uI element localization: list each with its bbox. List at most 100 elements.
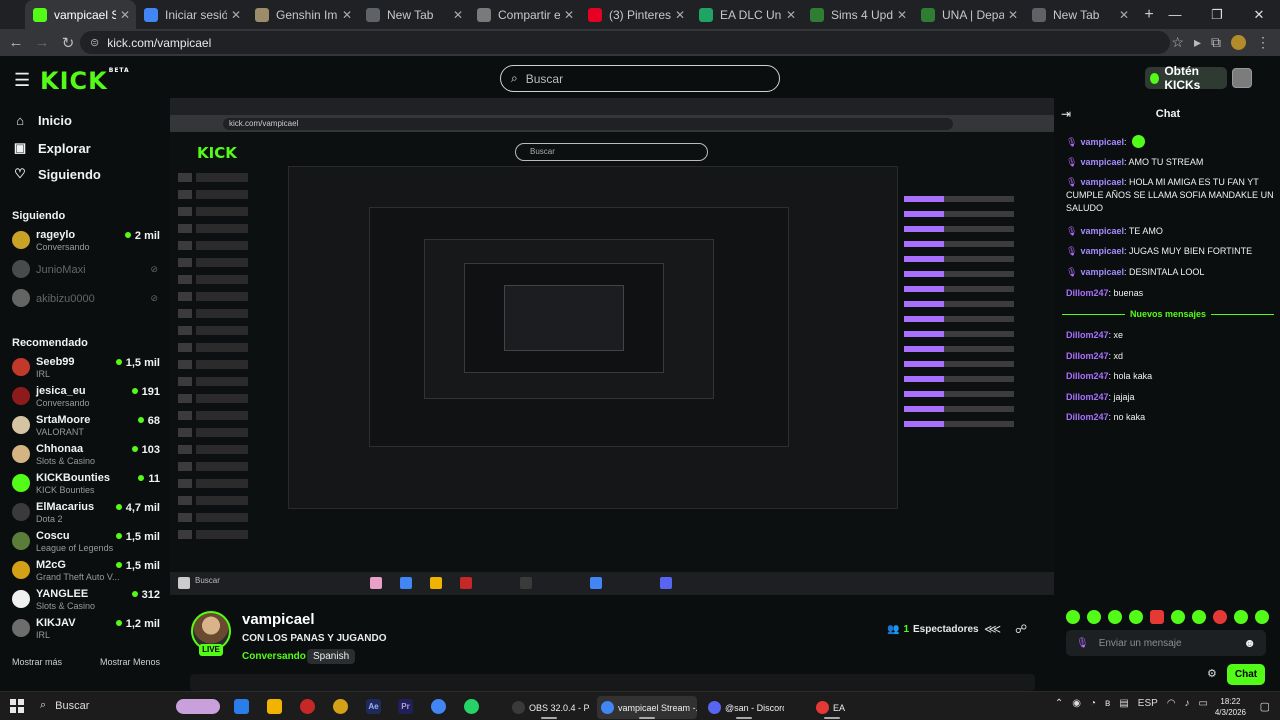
notification-icon[interactable]: ▢: [1260, 700, 1270, 713]
browser-tab[interactable]: vampicael Stream ✕: [25, 0, 136, 29]
browser-tab[interactable]: Compartir en Wh ✕: [469, 0, 580, 29]
emote-icon[interactable]: [1129, 610, 1143, 624]
stream-category[interactable]: Conversando: [242, 651, 306, 662]
tray-app-icon[interactable]: ▤: [1119, 698, 1128, 709]
close-tab-icon[interactable]: ✕: [675, 8, 685, 22]
nav-inicio[interactable]: ⌂ Inicio: [12, 113, 72, 128]
tray-app-icon[interactable]: ◉: [1072, 698, 1081, 709]
taskbar-app[interactable]: OBS 32.0.4 - Perfil: ...: [508, 696, 590, 719]
sidebar-channel[interactable]: Seeb99 IRL 1,5 mil: [12, 354, 160, 380]
sidebar-channel[interactable]: KICKBounties KICK Bounties 11: [12, 470, 160, 496]
emote-icon[interactable]: [1213, 610, 1227, 624]
browser-tab[interactable]: Iniciar sesión en ✕: [136, 0, 247, 29]
kick-logo[interactable]: KICKBETA: [40, 67, 130, 95]
site-info-icon[interactable]: ⊜: [90, 36, 99, 49]
taskbar-app[interactable]: EA: [812, 696, 852, 719]
video-player[interactable]: kick.com/vampicael KICK Buscar Buscar: [170, 98, 1054, 595]
chrome-icon[interactable]: [431, 699, 446, 714]
browser-tab[interactable]: New Tab ✕: [1024, 0, 1135, 29]
whatsapp-icon[interactable]: [464, 699, 479, 714]
bookmark-star-icon[interactable]: ☆: [1171, 34, 1184, 51]
emote-icon[interactable]: [1255, 610, 1269, 624]
chat-username[interactable]: vampicael: [1080, 267, 1124, 277]
chat-username[interactable]: Dillom247: [1066, 330, 1109, 340]
language-tag[interactable]: Spanish: [307, 649, 356, 664]
chat-username[interactable]: Dillom247: [1066, 392, 1109, 402]
nav-siguiendo[interactable]: ♡ Siguiendo: [12, 166, 101, 182]
follow-icon[interactable]: ☍: [1015, 622, 1027, 636]
forward-icon[interactable]: →: [29, 29, 55, 56]
language-indicator[interactable]: ESP: [1138, 698, 1158, 709]
chat-username[interactable]: vampicael: [1080, 177, 1124, 187]
copilot-icon[interactable]: [234, 699, 249, 714]
emote-icon[interactable]: [1087, 610, 1101, 624]
sidebar-channel[interactable]: YANGLEE Slots & Casino 312: [12, 586, 160, 612]
url-field[interactable]: ⊜ kick.com/vampicael: [80, 31, 1170, 54]
tray-app-icon[interactable]: ◔: [1090, 698, 1096, 709]
chat-username[interactable]: vampicael: [1080, 137, 1124, 147]
app-icon[interactable]: [300, 699, 315, 714]
profile-icon[interactable]: [1231, 35, 1246, 50]
browser-tab[interactable]: EA DLC Unlocker ✕: [691, 0, 802, 29]
back-icon[interactable]: ←: [3, 29, 29, 56]
emote-icon[interactable]: [1108, 610, 1122, 624]
chat-username[interactable]: vampicael: [1080, 157, 1124, 167]
taskbar-app[interactable]: vampicael Stream -...: [597, 696, 697, 719]
browser-tab[interactable]: New Tab ✕: [358, 0, 469, 29]
chat-username[interactable]: Dillom247: [1066, 351, 1109, 361]
emote-icon[interactable]: [1234, 610, 1248, 624]
show-less-link[interactable]: Mostrar Menos: [100, 657, 160, 667]
chat-send-button[interactable]: Chat: [1227, 664, 1265, 685]
chat-username[interactable]: Dillom247: [1066, 371, 1109, 381]
maximize-icon[interactable]: ❐: [1196, 0, 1238, 29]
search-input[interactable]: ⌕ Buscar: [500, 65, 780, 92]
chat-username[interactable]: vampicael: [1080, 226, 1124, 236]
browser-tab[interactable]: (3) Pinterest ✕: [580, 0, 691, 29]
taskbar-search[interactable]: ⌕ Buscar: [40, 699, 89, 712]
new-messages-divider[interactable]: Nuevos mensajes: [1062, 308, 1275, 320]
sidebar-channel[interactable]: ElMacarius Dota 2 4,7 mil: [12, 499, 160, 525]
close-tab-icon[interactable]: ✕: [342, 8, 352, 22]
premiere-icon[interactable]: Pr: [398, 699, 413, 714]
media-control-icon[interactable]: ▸: [1194, 34, 1201, 51]
nav-explorar[interactable]: ▣ Explorar: [12, 140, 91, 156]
sidebar-channel[interactable]: JunioMaxi ⊘: [12, 256, 160, 282]
close-tab-icon[interactable]: ✕: [897, 8, 907, 22]
close-tab-icon[interactable]: ✕: [120, 8, 130, 22]
sidebar-channel[interactable]: akibizu0000 ⊘: [12, 285, 160, 311]
app-icon[interactable]: [333, 699, 348, 714]
reload-icon[interactable]: ↻: [55, 29, 81, 56]
sidebar-channel[interactable]: SrtaMoore VALORANT 68: [12, 412, 160, 438]
emoji-picker-icon[interactable]: ☻: [1243, 636, 1256, 650]
microphone-icon[interactable]: 🎙: [1076, 638, 1089, 649]
chat-username[interactable]: Dillom247: [1066, 412, 1109, 422]
minimize-icon[interactable]: —: [1154, 0, 1196, 29]
emote-icon[interactable]: [1150, 610, 1164, 624]
emote-icon[interactable]: [1171, 610, 1185, 624]
flowers-widget-icon[interactable]: [176, 699, 220, 714]
sidebar-channel[interactable]: KIKJAV IRL 1,2 mil: [12, 615, 160, 641]
chat-username[interactable]: vampicael: [1080, 246, 1124, 256]
streamer-name[interactable]: vampicael: [242, 611, 315, 628]
sidebar-channel[interactable]: Chhonaa Slots & Casino 103: [12, 441, 160, 467]
sidebar-channel[interactable]: jesica_eu Conversando 191: [12, 383, 160, 409]
close-tab-icon[interactable]: ✕: [786, 8, 796, 22]
sidebar-channel[interactable]: M2cG Grand Theft Auto V... 1,5 mil: [12, 557, 160, 583]
browser-tab[interactable]: UNA | Departam ✕: [913, 0, 1024, 29]
hamburger-menu-icon[interactable]: ☰: [14, 70, 30, 91]
clock[interactable]: 18:22 4/3/2026: [1215, 696, 1246, 718]
browser-tab[interactable]: Genshin Impact - ✕: [247, 0, 358, 29]
chevron-up-icon[interactable]: ⌃: [1055, 698, 1063, 709]
close-window-icon[interactable]: ✕: [1238, 0, 1280, 29]
extensions-icon[interactable]: ⧉: [1211, 34, 1221, 51]
get-kicks-button[interactable]: Obtén KICKs: [1145, 64, 1227, 92]
file-explorer-icon[interactable]: [267, 699, 282, 714]
close-tab-icon[interactable]: ✕: [453, 8, 463, 22]
chat-message-input[interactable]: 🎙 Enviar un mensaje ☻: [1066, 630, 1266, 656]
close-tab-icon[interactable]: ✕: [231, 8, 241, 22]
menu-icon[interactable]: ⋮: [1256, 34, 1270, 51]
close-tab-icon[interactable]: ✕: [564, 8, 574, 22]
wifi-icon[interactable]: ◠: [1167, 698, 1176, 709]
close-tab-icon[interactable]: ✕: [1008, 8, 1018, 22]
emote-icon[interactable]: [1192, 610, 1206, 624]
